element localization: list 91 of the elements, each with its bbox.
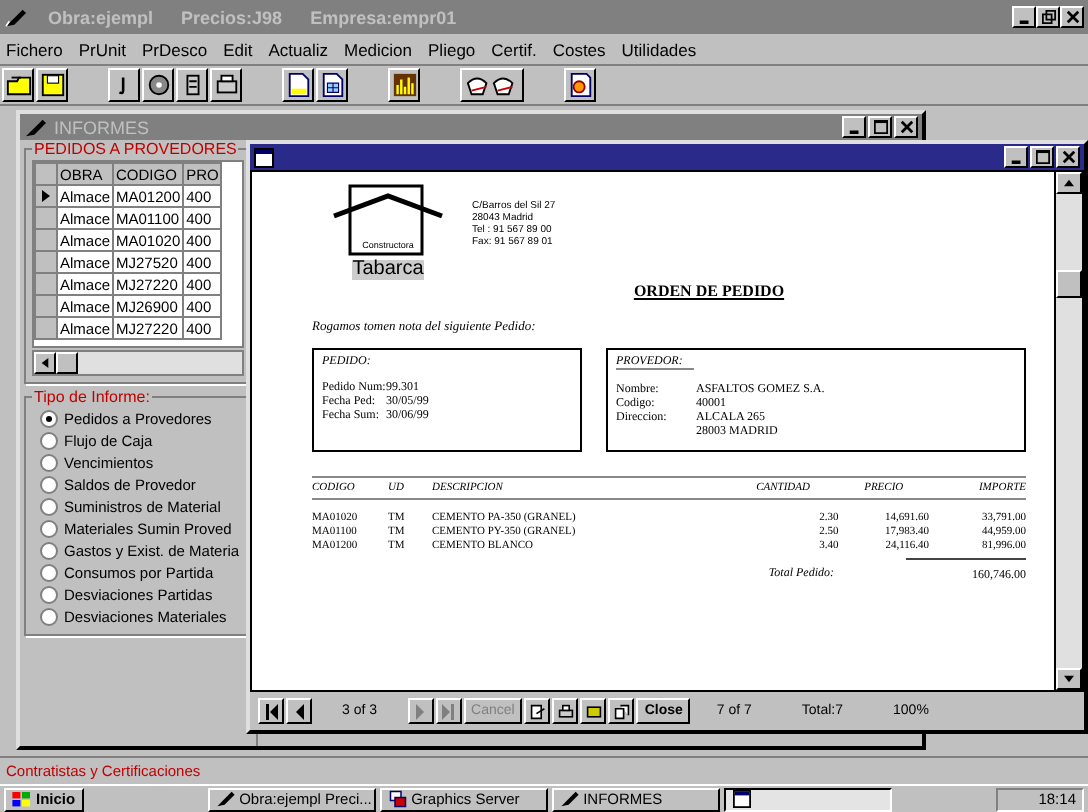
menu-item[interactable]: Costes [552,39,606,59]
toolbar-button[interactable] [210,68,242,102]
close-button[interactable] [1060,6,1084,28]
maximize-icon [873,120,887,134]
save-icon [39,72,65,98]
scroll-thumb[interactable] [1056,270,1082,298]
group-title: PEDIDOS A PROVEDORES [32,140,239,158]
spreadsheet-icon [319,72,345,98]
scroll-thumb[interactable] [56,352,78,374]
radio-button[interactable] [40,542,58,560]
setup-button[interactable] [580,698,607,724]
menu-item[interactable]: PrUnit [78,39,126,59]
pen-icon [559,790,580,808]
left-arrow-icon [40,358,50,368]
menu-item[interactable]: Utilidades [621,39,697,59]
row-selector[interactable] [35,185,57,207]
menu-item[interactable]: Actualiz [268,39,328,59]
prev-page-button[interactable] [286,698,312,724]
radio-button[interactable] [40,476,58,494]
toolbar-button[interactable] [2,68,34,102]
radio-button[interactable] [40,586,58,604]
print-button[interactable] [552,698,579,724]
window-title: INFORMES [54,117,150,137]
disc-icon [145,72,171,98]
down-arrow-icon [1064,674,1074,684]
scroll-left-button[interactable] [34,352,56,374]
restore-button[interactable] [1036,6,1060,28]
document-arrow-icon [529,703,546,719]
left-arrow-icon [263,703,279,719]
left-arrow-icon [291,703,307,719]
export-button[interactable] [524,698,551,724]
menu-item[interactable]: Fichero [6,39,63,59]
windows-stack-icon [387,790,408,808]
first-page-button[interactable] [258,698,284,724]
toolbar-button[interactable] [142,68,174,102]
printer-icon [557,703,574,719]
printer-icon [213,72,239,98]
document-title: ORDEN DE PEDIDO [633,282,785,300]
radio-button[interactable] [40,454,58,472]
window-icon [731,790,752,808]
row-pointer-icon [42,190,50,202]
toolbar-button[interactable] [388,68,420,102]
window-title: Obra:ejempl [48,7,154,27]
menu-item[interactable]: Medicion [343,39,413,59]
toolbar-button[interactable] [36,68,68,102]
maximize-icon [1035,150,1049,164]
document-icon [285,72,311,98]
right-arrow-icon [440,703,457,719]
up-arrow-icon [1064,178,1074,188]
toolbar-button[interactable] [176,68,208,102]
radio-button[interactable] [40,564,58,582]
group-title: Tipo de Informe: [32,388,152,406]
right-arrow-icon [412,703,429,719]
close-icon [899,120,913,134]
pen-icon [24,117,48,137]
close-button[interactable] [1056,146,1080,168]
radio-button[interactable] [40,608,58,626]
toolbar-button[interactable] [108,68,140,102]
restore-icon [1041,10,1055,24]
maximize-button[interactable] [1030,146,1054,168]
radio-button[interactable] [40,432,58,450]
radio-button[interactable] [40,498,58,516]
scroll-up-button[interactable] [1056,172,1082,194]
toolbar-button[interactable] [282,68,314,102]
windows-logo-icon [12,791,32,807]
scroll-down-button[interactable] [1056,668,1082,690]
pages-icon [613,703,630,719]
folder-icon [5,72,31,98]
menu-item[interactable]: Certif. [491,39,537,59]
window-title: Precios:J98 [181,7,283,27]
gear-document-icon [567,72,593,98]
toolbar-button[interactable] [316,68,348,102]
toolbar-button[interactable] [564,68,596,102]
menu-item[interactable]: PrDesco [141,39,208,59]
company-name: Tabarca [352,260,424,280]
pen-icon [4,7,28,27]
taskbar-button[interactable] [723,787,892,811]
menu-item[interactable]: Pliego [428,39,476,59]
radio-button[interactable] [40,520,58,538]
close-icon [1061,150,1075,164]
minimize-button[interactable] [1004,146,1028,168]
pen-icon [215,790,236,808]
card-icon [585,703,602,719]
bar-chart-icon [391,72,417,98]
radio-button[interactable] [40,410,58,428]
menu-item[interactable]: Edit [223,39,253,59]
toolbar-button[interactable] [460,68,524,102]
options-button[interactable] [608,698,635,724]
minimize-button[interactable] [1012,6,1036,28]
window-title: Empresa:empr01 [310,7,457,27]
close-icon [1065,10,1079,24]
